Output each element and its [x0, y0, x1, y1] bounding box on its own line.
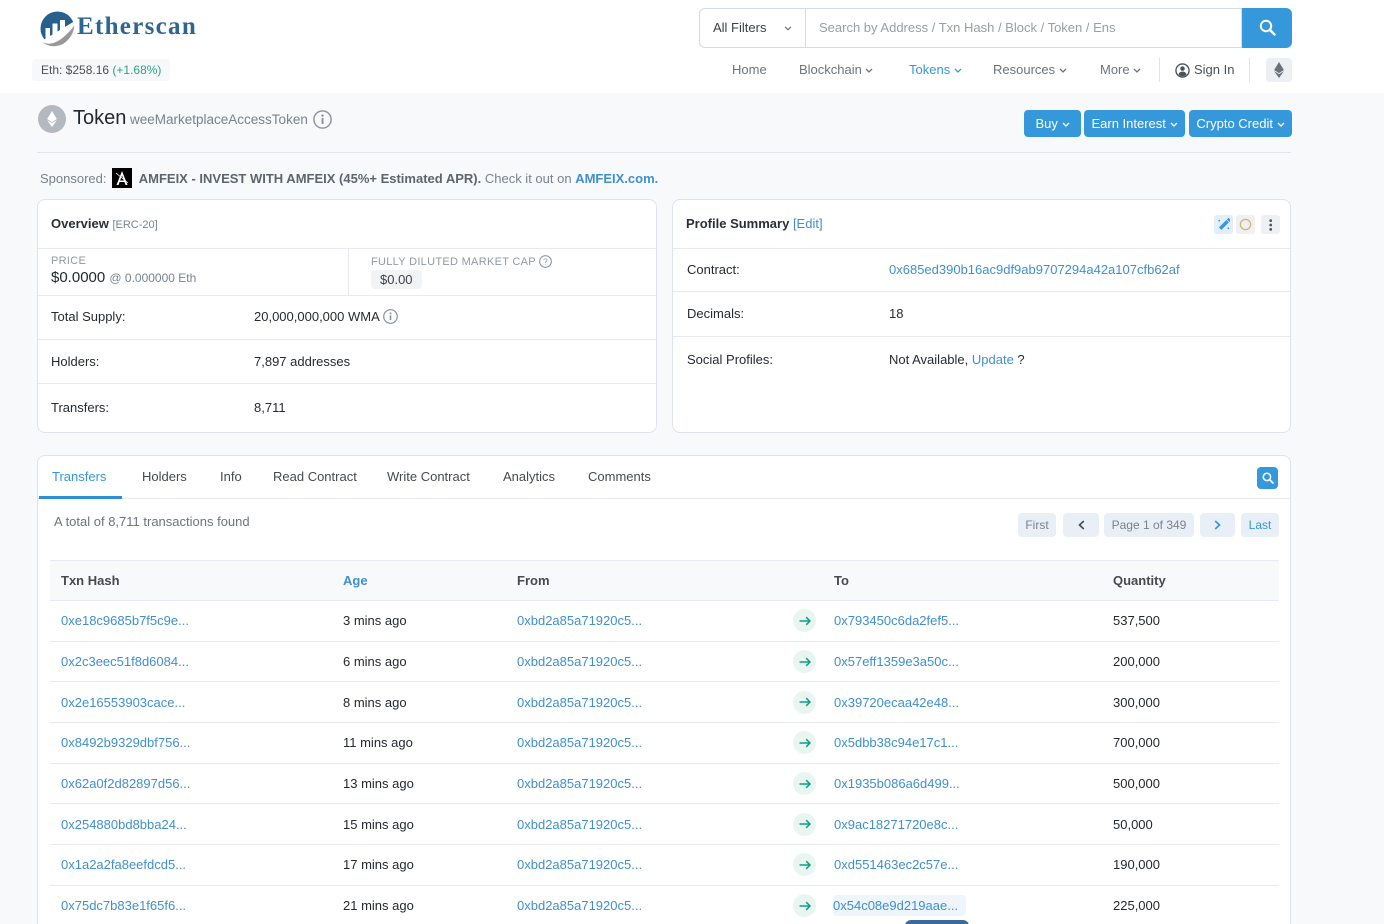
- svg-text:?: ?: [543, 256, 548, 266]
